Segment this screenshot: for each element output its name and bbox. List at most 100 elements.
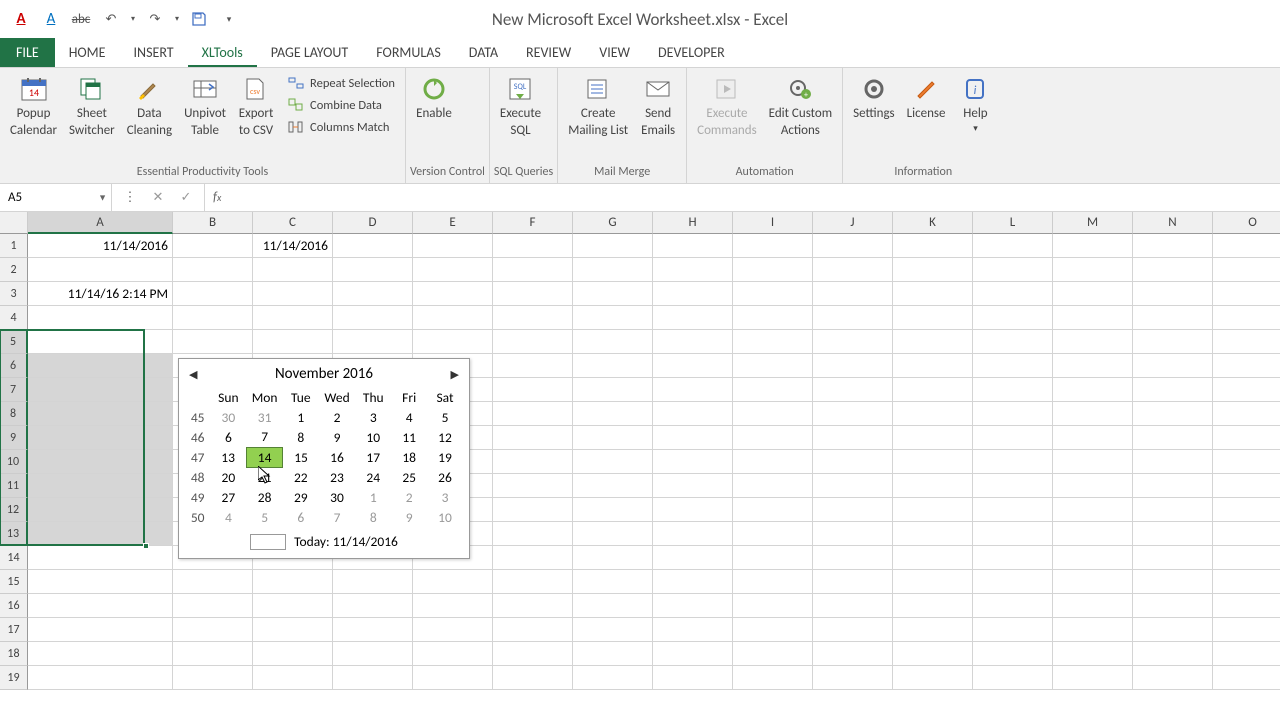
cell-J15[interactable]: [813, 570, 893, 594]
cell-K7[interactable]: [893, 378, 973, 402]
cal-day-2[interactable]: 2: [391, 487, 427, 507]
cell-O12[interactable]: [1213, 498, 1280, 522]
cell-B15[interactable]: [173, 570, 253, 594]
send-emails-button[interactable]: SendEmails: [634, 70, 682, 140]
cell-N5[interactable]: [1133, 330, 1213, 354]
cell-L7[interactable]: [973, 378, 1053, 402]
cal-day-4[interactable]: 4: [210, 507, 246, 527]
cell-E18[interactable]: [413, 642, 493, 666]
cell-J8[interactable]: [813, 402, 893, 426]
cell-G2[interactable]: [573, 258, 653, 282]
cancel-icon[interactable]: ✕: [144, 190, 172, 205]
cell-F15[interactable]: [493, 570, 573, 594]
cell-L2[interactable]: [973, 258, 1053, 282]
cell-H19[interactable]: [653, 666, 733, 690]
cell-D18[interactable]: [333, 642, 413, 666]
cell-J5[interactable]: [813, 330, 893, 354]
cell-L3[interactable]: [973, 282, 1053, 306]
cell-A18[interactable]: [28, 642, 173, 666]
cell-K19[interactable]: [893, 666, 973, 690]
col-header-I[interactable]: I: [733, 212, 813, 234]
tab-developer[interactable]: DEVELOPER: [644, 38, 739, 67]
cell-D16[interactable]: [333, 594, 413, 618]
cell-F9[interactable]: [493, 426, 573, 450]
cal-day-17[interactable]: 17: [355, 447, 391, 467]
cell-N12[interactable]: [1133, 498, 1213, 522]
cell-H7[interactable]: [653, 378, 733, 402]
row-header-17[interactable]: 17: [0, 618, 28, 642]
cell-E1[interactable]: [413, 234, 493, 258]
cal-day-22[interactable]: 22: [283, 467, 319, 487]
sheet-switcher-button[interactable]: SheetSwitcher: [63, 70, 121, 140]
cell-M5[interactable]: [1053, 330, 1133, 354]
cell-N1[interactable]: [1133, 234, 1213, 258]
export-csv-button[interactable]: csv Exportto CSV: [232, 70, 280, 140]
cell-L13[interactable]: [973, 522, 1053, 546]
row-header-19[interactable]: 19: [0, 666, 28, 690]
cell-H16[interactable]: [653, 594, 733, 618]
cell-B3[interactable]: [173, 282, 253, 306]
cell-E15[interactable]: [413, 570, 493, 594]
cell-H11[interactable]: [653, 474, 733, 498]
cell-I10[interactable]: [733, 450, 813, 474]
cell-N2[interactable]: [1133, 258, 1213, 282]
font-icon[interactable]: A: [38, 7, 64, 31]
cell-I2[interactable]: [733, 258, 813, 282]
tab-formulas[interactable]: FORMULAS: [362, 38, 455, 67]
cell-O10[interactable]: [1213, 450, 1280, 474]
next-month-button[interactable]: ▶: [451, 368, 459, 381]
cal-day-15[interactable]: 15: [283, 447, 319, 467]
cell-B5[interactable]: [173, 330, 253, 354]
cell-J7[interactable]: [813, 378, 893, 402]
cal-day-4[interactable]: 4: [391, 407, 427, 427]
cell-A7[interactable]: [28, 378, 173, 402]
cell-O5[interactable]: [1213, 330, 1280, 354]
cell-N16[interactable]: [1133, 594, 1213, 618]
cell-A14[interactable]: [28, 546, 173, 570]
row-header-8[interactable]: 8: [0, 402, 28, 426]
cell-O9[interactable]: [1213, 426, 1280, 450]
cell-A4[interactable]: [28, 306, 173, 330]
col-header-C[interactable]: C: [253, 212, 333, 234]
cal-day-23[interactable]: 23: [319, 467, 355, 487]
create-mailing-list-button[interactable]: CreateMailing List: [562, 70, 634, 140]
cell-H8[interactable]: [653, 402, 733, 426]
cell-G1[interactable]: [573, 234, 653, 258]
cell-A15[interactable]: [28, 570, 173, 594]
cell-B17[interactable]: [173, 618, 253, 642]
cell-D4[interactable]: [333, 306, 413, 330]
cell-A8[interactable]: [28, 402, 173, 426]
enter-icon[interactable]: ✓: [172, 190, 200, 205]
cell-K17[interactable]: [893, 618, 973, 642]
execute-sql-button[interactable]: SQL ExecuteSQL: [494, 70, 547, 140]
cell-I12[interactable]: [733, 498, 813, 522]
cell-D1[interactable]: [333, 234, 413, 258]
cell-F3[interactable]: [493, 282, 573, 306]
row-header-15[interactable]: 15: [0, 570, 28, 594]
cell-O2[interactable]: [1213, 258, 1280, 282]
repeat-selection-button[interactable]: Repeat Selection: [280, 72, 401, 94]
cell-M12[interactable]: [1053, 498, 1133, 522]
cell-O14[interactable]: [1213, 546, 1280, 570]
cal-day-10[interactable]: 10: [355, 427, 391, 447]
cell-G12[interactable]: [573, 498, 653, 522]
cell-N3[interactable]: [1133, 282, 1213, 306]
row-header-9[interactable]: 9: [0, 426, 28, 450]
redo-icon[interactable]: ↷: [142, 7, 168, 31]
cell-F4[interactable]: [493, 306, 573, 330]
col-header-A[interactable]: A: [28, 212, 173, 234]
edit-custom-actions-button[interactable]: + Edit CustomActions: [763, 70, 838, 140]
cell-I19[interactable]: [733, 666, 813, 690]
cell-K16[interactable]: [893, 594, 973, 618]
cal-day-7[interactable]: 7: [246, 427, 282, 447]
cell-F16[interactable]: [493, 594, 573, 618]
cell-H5[interactable]: [653, 330, 733, 354]
cal-day-10[interactable]: 10: [427, 507, 463, 527]
cell-O16[interactable]: [1213, 594, 1280, 618]
cell-G5[interactable]: [573, 330, 653, 354]
cell-G16[interactable]: [573, 594, 653, 618]
qat-customize-icon[interactable]: ▾: [216, 7, 242, 31]
cell-M4[interactable]: [1053, 306, 1133, 330]
cal-day-13[interactable]: 13: [210, 447, 246, 467]
cell-I3[interactable]: [733, 282, 813, 306]
